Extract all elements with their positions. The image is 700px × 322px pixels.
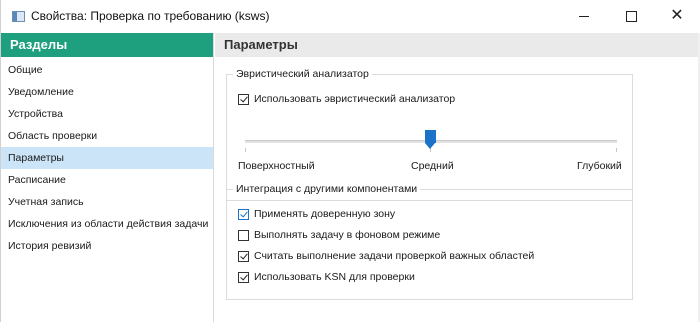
minimize-button[interactable] — [561, 0, 607, 32]
background-mode-checkbox-row[interactable]: Выполнять задачу в фоновом режиме — [238, 229, 440, 241]
close-icon: ✕ — [670, 7, 684, 24]
properties-window: Свойства: Проверка по требованию (ksws) … — [0, 0, 700, 322]
heuristic-analyzer-group: Эвристический анализатор Использовать эв… — [226, 68, 633, 201]
slider-tick — [616, 148, 617, 152]
title-bar[interactable]: Свойства: Проверка по требованию (ksws) … — [1, 0, 700, 32]
use-heuristic-label: Использовать эвристический анализатор — [254, 93, 456, 105]
slider-thumb-tip — [425, 143, 435, 149]
trusted-zone-label: Применять доверенную зону — [254, 208, 396, 220]
sidebar-header: Разделы — [1, 33, 213, 57]
sidebar-item-schedule[interactable]: Расписание — [1, 169, 213, 191]
sidebar-item-scan-scope[interactable]: Область проверки — [1, 125, 213, 147]
sidebar-list: Общие Уведомление Устройства Область про… — [1, 57, 213, 257]
trusted-zone-checkbox-row[interactable]: Применять доверенную зону — [238, 208, 395, 220]
heuristic-level-slider[interactable] — [245, 128, 617, 158]
use-heuristic-checkbox-row[interactable]: Использовать эвристический анализатор — [238, 93, 455, 105]
panel-title: Параметры — [215, 33, 700, 57]
trusted-zone-checkbox[interactable] — [238, 208, 249, 220]
background-mode-label: Выполнять задачу в фоновом режиме — [254, 229, 441, 241]
slider-tick — [245, 148, 246, 152]
slider-thumb[interactable] — [425, 130, 436, 149]
sidebar-item-parameters[interactable]: Параметры — [1, 147, 213, 169]
sidebar-item-general[interactable]: Общие — [1, 59, 213, 81]
maximize-button[interactable] — [608, 0, 654, 32]
important-areas-checkbox-row[interactable]: Считать выполнение задачи проверкой важн… — [238, 250, 534, 262]
use-ksn-checkbox-row[interactable]: Использовать KSN для проверки — [238, 271, 415, 283]
background-mode-checkbox[interactable] — [238, 229, 249, 241]
minimize-icon — [579, 15, 589, 17]
use-ksn-label: Использовать KSN для проверки — [254, 271, 415, 283]
use-heuristic-checkbox[interactable] — [238, 93, 249, 105]
use-ksn-checkbox[interactable] — [238, 271, 249, 283]
integration-legend: Интеграция с другими компонентами — [233, 183, 421, 195]
sidebar-item-devices[interactable]: Устройства — [1, 103, 213, 125]
sidebar-item-revision-history[interactable]: История ревизий — [1, 235, 213, 257]
sidebar-item-notification[interactable]: Уведомление — [1, 81, 213, 103]
window-app-icon — [12, 11, 25, 22]
sections-sidebar: Разделы Общие Уведомление Устройства Обл… — [1, 33, 214, 322]
maximize-icon — [625, 10, 637, 22]
window-title: Свойства: Проверка по требованию (ksws) — [31, 9, 270, 23]
level-label-medium: Средний — [411, 160, 454, 172]
important-areas-checkbox[interactable] — [238, 250, 249, 262]
sidebar-item-exclusions[interactable]: Исключения из области действия задачи — [1, 213, 213, 235]
slider-thumb-body — [425, 130, 436, 143]
parameters-panel: Параметры Эвристический анализатор Испол… — [215, 33, 700, 322]
level-label-shallow: Поверхностный — [238, 160, 315, 172]
heuristic-analyzer-legend: Эвристический анализатор — [233, 68, 372, 80]
integration-group: Интеграция с другими компонентами Примен… — [226, 183, 633, 300]
level-label-deep: Глубокий — [577, 160, 622, 172]
sidebar-item-account[interactable]: Учетная запись — [1, 191, 213, 213]
important-areas-label: Считать выполнение задачи проверкой важн… — [254, 250, 535, 262]
close-button[interactable]: ✕ — [654, 0, 700, 32]
